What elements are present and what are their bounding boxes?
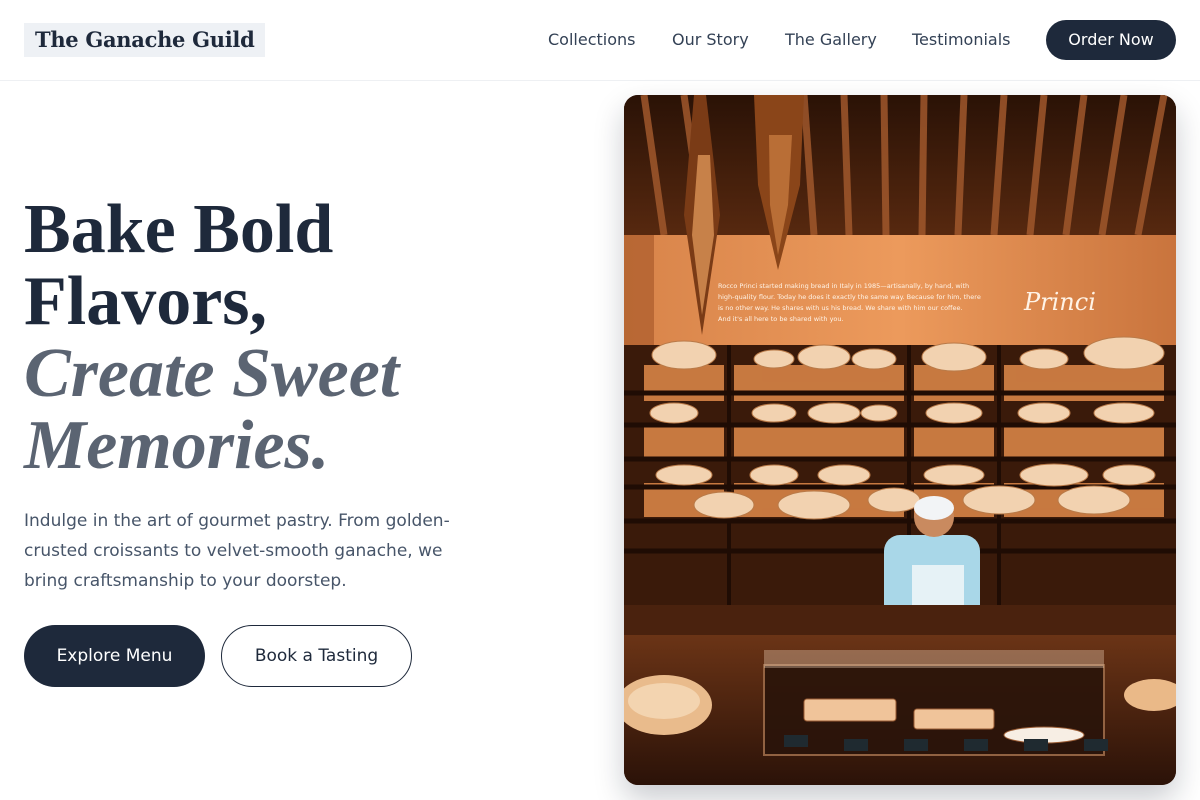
order-now-button[interactable]: Order Now (1046, 20, 1176, 60)
nav-link-collections[interactable]: Collections (548, 30, 635, 50)
wall-text-line-2: high-quality flour. Today he does it exa… (718, 293, 981, 301)
headline-line-1: Bake Bold (24, 191, 334, 268)
site-header: The Ganache Guild Collections Our Story … (0, 0, 1200, 81)
hero-headline: Bake Bold Flavors, Create Sweet Memories… (24, 194, 584, 482)
nav-link-our-story[interactable]: Our Story (672, 30, 749, 50)
wall-text-line-4: And it's all here to be shared with you. (718, 315, 844, 323)
headline-italic-line-2: Memories. (24, 407, 330, 484)
brand-logo[interactable]: The Ganache Guild (24, 23, 266, 57)
nav-link-gallery[interactable]: The Gallery (785, 30, 877, 50)
wall-text-line-1: Rocco Princi started making bread in Ita… (718, 282, 969, 290)
nav-link-testimonials[interactable]: Testimonials (912, 30, 1011, 50)
wall-text-line-3: is no other way. He shares with us his b… (718, 304, 963, 312)
book-tasting-button[interactable]: Book a Tasting (221, 625, 412, 687)
bakery-hero-image: Rocco Princi started making bread in Ita… (624, 95, 1176, 785)
princi-signature: Princi (1023, 288, 1096, 316)
hero-description: Indulge in the art of gourmet pastry. Fr… (24, 511, 450, 591)
headline-italic-line-1: Create Sweet (24, 335, 400, 412)
headline-line-2: Flavors, (24, 263, 268, 340)
explore-menu-button[interactable]: Explore Menu (24, 625, 205, 687)
